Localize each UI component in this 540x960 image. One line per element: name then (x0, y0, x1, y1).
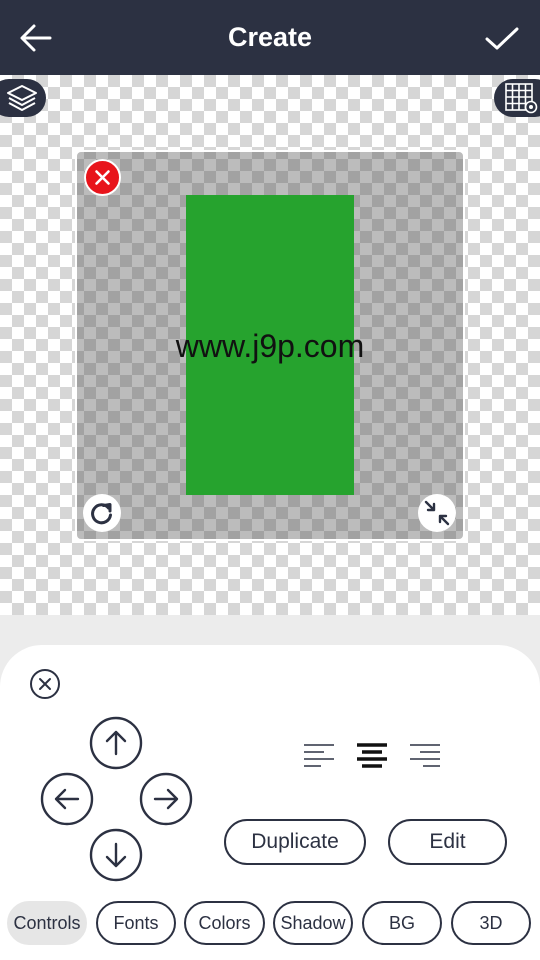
align-left-button[interactable] (301, 741, 337, 771)
duplicate-button[interactable]: Duplicate (224, 819, 366, 865)
arrow-left-icon (40, 772, 94, 826)
close-icon (95, 170, 110, 185)
close-circle-icon (30, 669, 60, 699)
align-right-button[interactable] (407, 741, 443, 771)
shrink-icon (424, 500, 450, 526)
app-header: Create (0, 0, 540, 75)
move-right-button[interactable] (139, 772, 193, 826)
check-icon (485, 27, 519, 50)
move-left-button[interactable] (40, 772, 94, 826)
arrow-down-icon (89, 828, 143, 882)
close-panel-button[interactable] (29, 668, 61, 700)
scale-handle[interactable] (418, 494, 456, 532)
arrow-right-icon (139, 772, 193, 826)
grid-settings-icon (505, 83, 538, 114)
layers-button[interactable] (0, 79, 46, 117)
tab-3d[interactable]: 3D (451, 901, 531, 945)
tab-colors[interactable]: Colors (184, 901, 265, 945)
arrow-up-icon (89, 716, 143, 770)
layers-icon (7, 85, 37, 111)
rotate-icon (91, 503, 112, 525)
align-center-icon (357, 743, 387, 768)
confirm-button[interactable] (482, 18, 522, 58)
tab-bg[interactable]: BG (362, 901, 442, 945)
edit-button[interactable]: Edit (388, 819, 507, 865)
align-left-icon (304, 744, 334, 767)
align-right-icon (410, 744, 440, 767)
grid-settings-button[interactable] (494, 79, 540, 117)
move-up-button[interactable] (89, 716, 143, 770)
tab-controls[interactable]: Controls (7, 901, 87, 945)
sticker-text[interactable]: www.j9p.com (75, 328, 465, 365)
move-down-button[interactable] (89, 828, 143, 882)
delete-sticker-button[interactable] (84, 159, 121, 196)
tab-shadow[interactable]: Shadow (273, 901, 353, 945)
tab-fonts[interactable]: Fonts (96, 901, 176, 945)
rotate-handle[interactable] (83, 494, 121, 532)
canvas-spacer (0, 615, 540, 645)
page-title: Create (227, 22, 313, 52)
align-center-button[interactable] (354, 741, 390, 771)
